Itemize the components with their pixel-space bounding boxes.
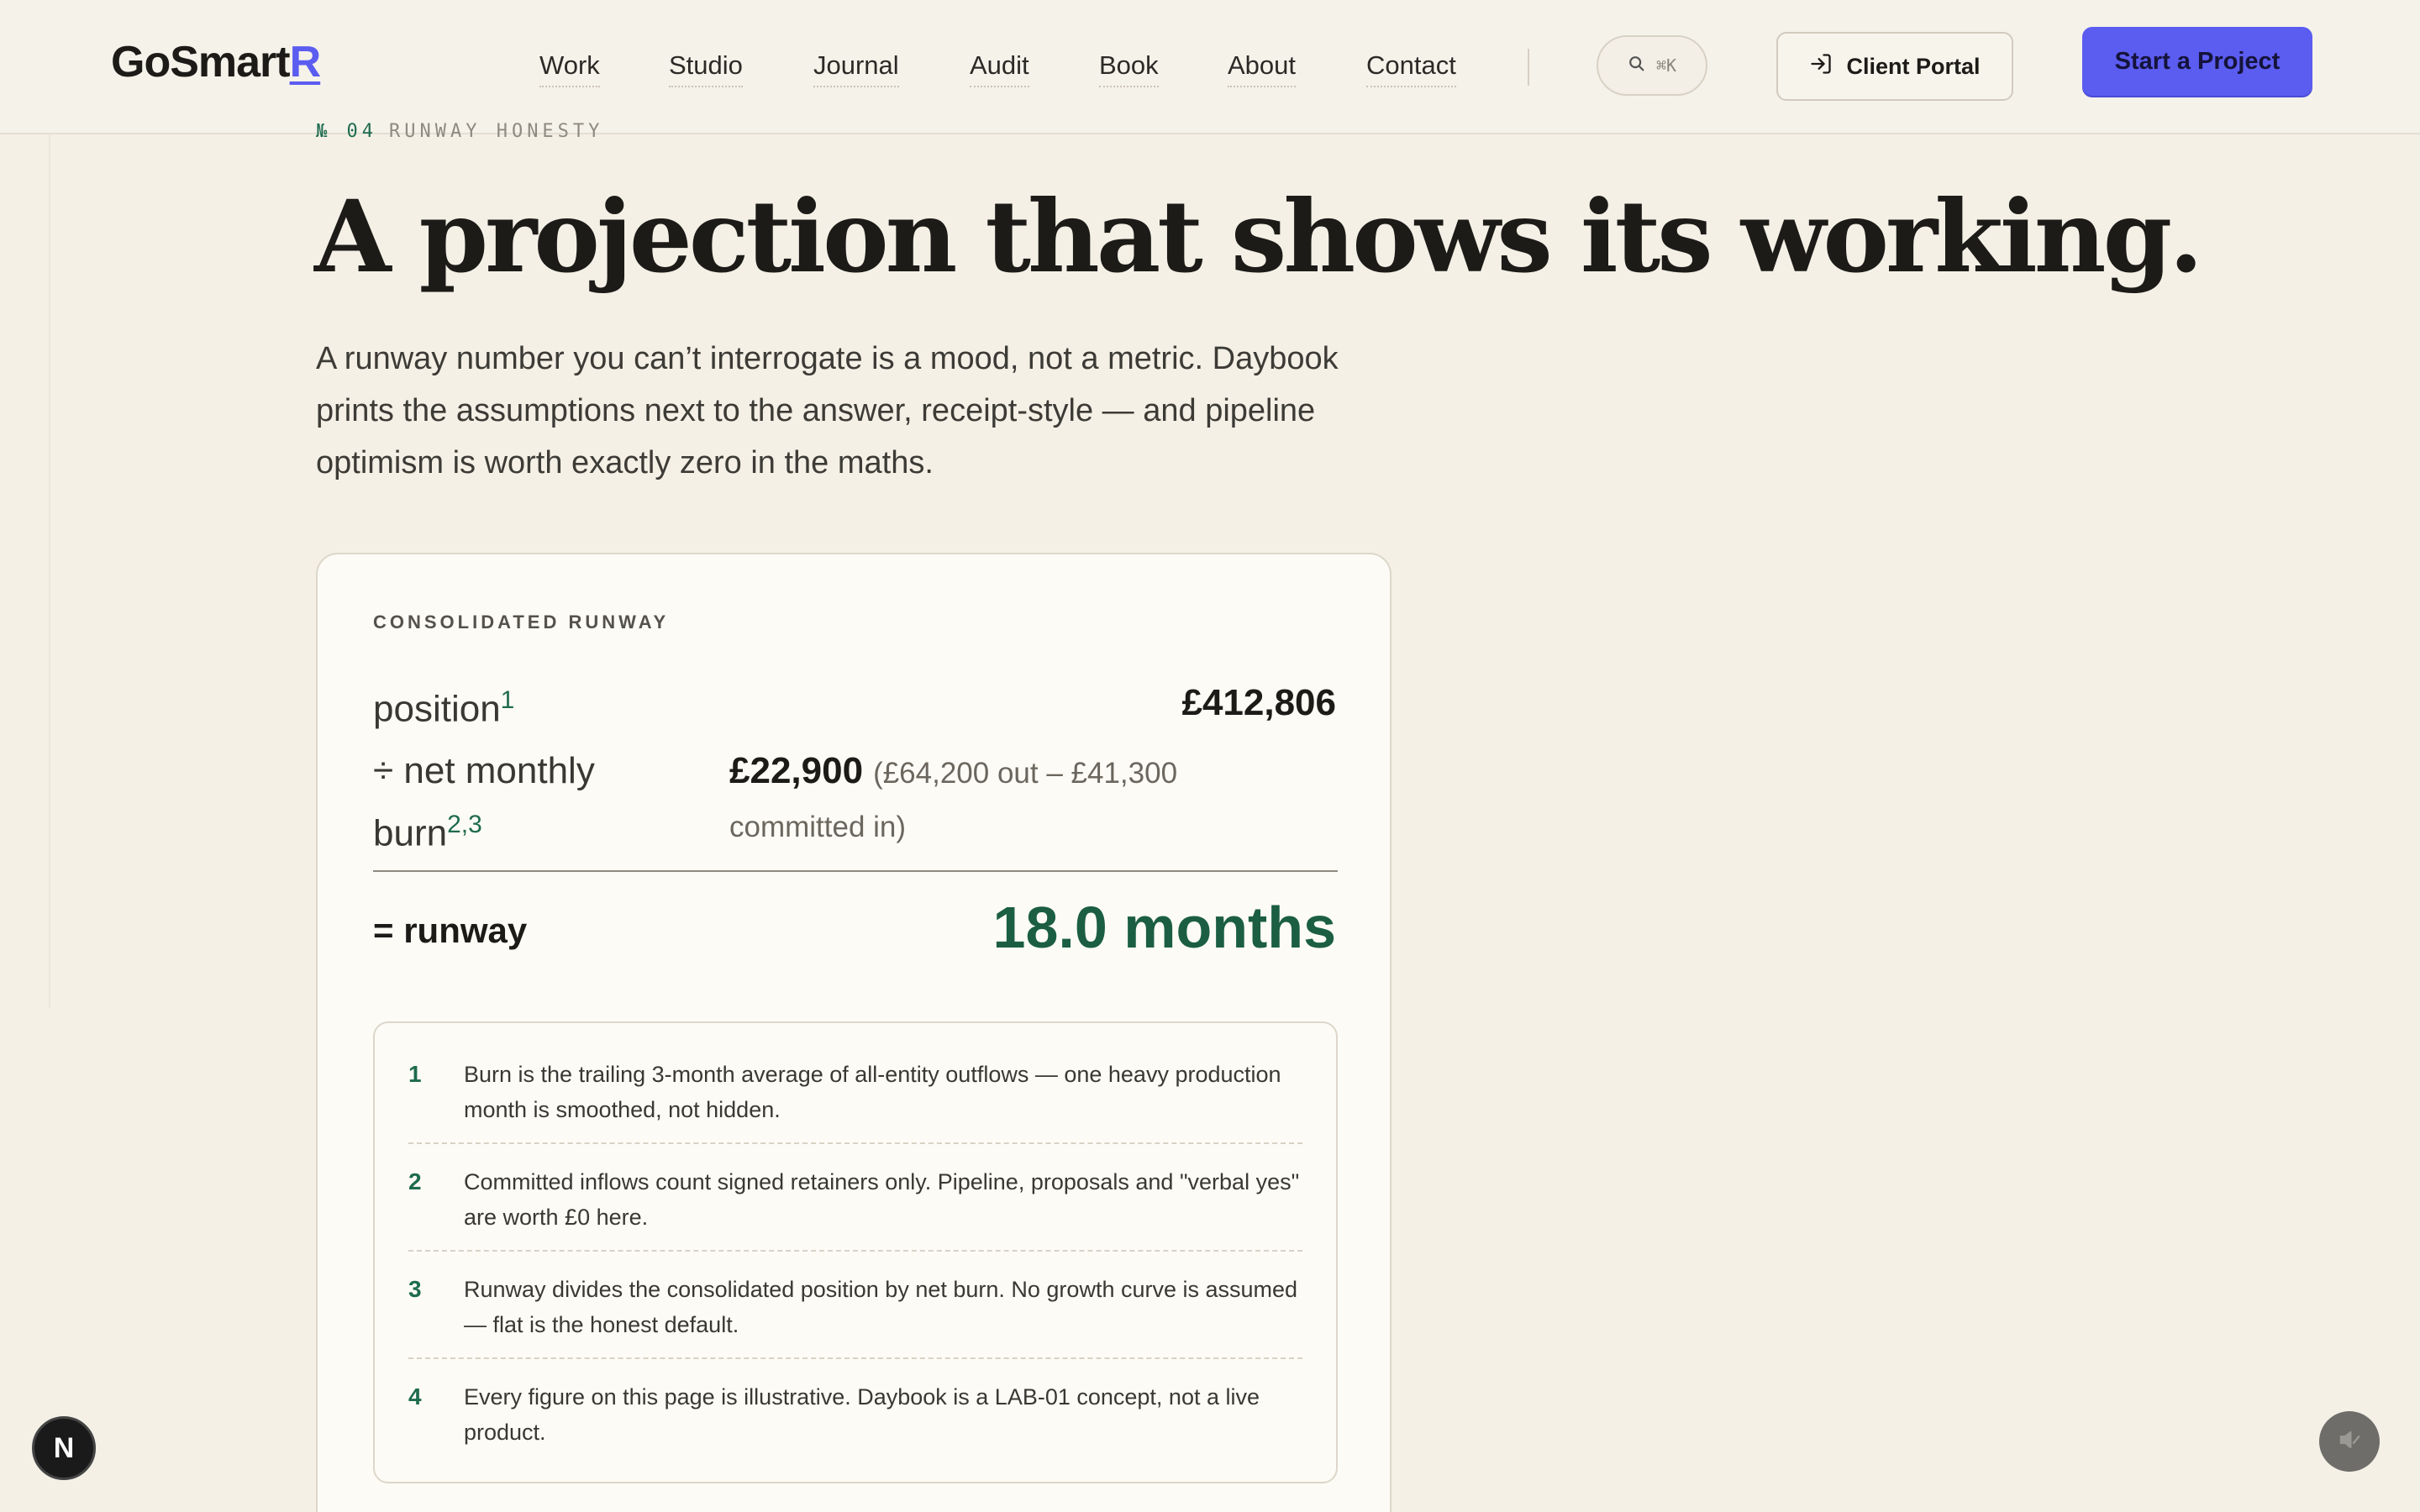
footnote-item: 4 Every figure on this page is illustrat… — [408, 1359, 1302, 1465]
footnote-text: Runway divides the consolidated position… — [464, 1277, 1298, 1337]
site-header: GoSmartR Work Studio Journal Audit Book … — [0, 0, 2420, 134]
position-label-text: position — [373, 688, 501, 730]
footnote-item: 1 Burn is the trailing 3-month average o… — [408, 1037, 1302, 1144]
runway-label: = runway — [373, 911, 528, 950]
nav-item-book[interactable]: Book — [1099, 50, 1159, 87]
runway-value: 18.0 months — [992, 895, 1336, 960]
search-icon — [1628, 55, 1646, 77]
logo-text: GoSmart — [111, 38, 291, 87]
nav-item-work[interactable]: Work — [539, 50, 600, 87]
sound-toggle-button[interactable] — [2319, 1411, 2380, 1472]
login-icon — [1809, 52, 1833, 81]
search-button[interactable]: ⌘K — [1597, 35, 1707, 96]
burn-value: £22,900 (£64,200 out – £41,300 committed … — [729, 744, 1276, 854]
client-portal-button[interactable]: Client Portal — [1776, 32, 2013, 101]
logo[interactable]: GoSmartR — [111, 37, 322, 87]
position-label: position1 — [373, 674, 514, 737]
footnote-ref[interactable]: 2,3 — [447, 811, 482, 838]
logo-accent: R — [289, 38, 322, 87]
nav-item-audit[interactable]: Audit — [970, 50, 1029, 87]
footnote-ref[interactable]: 1 — [501, 686, 515, 714]
footnote-number: 3 — [408, 1276, 422, 1302]
burn-amount: £22,900 — [729, 750, 864, 791]
left-rule — [49, 134, 50, 1008]
footnote-number: 2 — [408, 1168, 422, 1194]
nav-item-studio[interactable]: Studio — [669, 50, 743, 87]
footnote-item: 3 Runway divides the consolidated positi… — [408, 1252, 1302, 1359]
footnote-text: Every figure on this page is illustrativ… — [464, 1384, 1260, 1445]
footnotes-box: 1 Burn is the trailing 3-month average o… — [373, 1021, 1338, 1483]
footnote-text: Burn is the trailing 3-month average of … — [464, 1062, 1281, 1122]
client-portal-label: Client Portal — [1846, 53, 1981, 79]
card-label: CONSOLIDATED RUNWAY — [373, 612, 670, 633]
nav-item-about[interactable]: About — [1228, 50, 1297, 87]
burn-label: ÷ net monthly burn2,3 — [373, 744, 676, 861]
footnote-number: 4 — [408, 1383, 422, 1410]
mute-icon — [2337, 1427, 2362, 1457]
start-project-button[interactable]: Start a Project — [2082, 27, 2312, 96]
nav-item-contact[interactable]: Contact — [1366, 50, 1456, 87]
section-eyebrow: № 04 RUNWAY HONESTY — [316, 121, 603, 142]
footnote-number: 1 — [408, 1061, 422, 1087]
position-value: £412,806 — [1181, 682, 1336, 723]
dev-tools-badge[interactable]: N — [32, 1416, 96, 1480]
footnote-text: Committed inflows count signed retainers… — [464, 1169, 1300, 1230]
nav-divider — [1528, 49, 1529, 86]
section-number: № 04 — [316, 121, 377, 142]
intro-paragraph: A runway number you can’t interrogate is… — [316, 341, 1339, 480]
page-title: A projection that shows its working. — [314, 178, 2203, 295]
footnote-item: 2 Committed inflows count signed retaine… — [408, 1144, 1302, 1252]
search-shortcut: ⌘K — [1655, 55, 1677, 76]
runway-card: CONSOLIDATED RUNWAY position1 £412,806 ÷… — [316, 553, 1392, 1512]
card-divider — [373, 870, 1338, 872]
nav-item-journal[interactable]: Journal — [813, 50, 899, 87]
section-eyebrow-text: RUNWAY HONESTY — [388, 121, 604, 142]
burn-label-text: ÷ net monthly burn — [373, 750, 595, 854]
